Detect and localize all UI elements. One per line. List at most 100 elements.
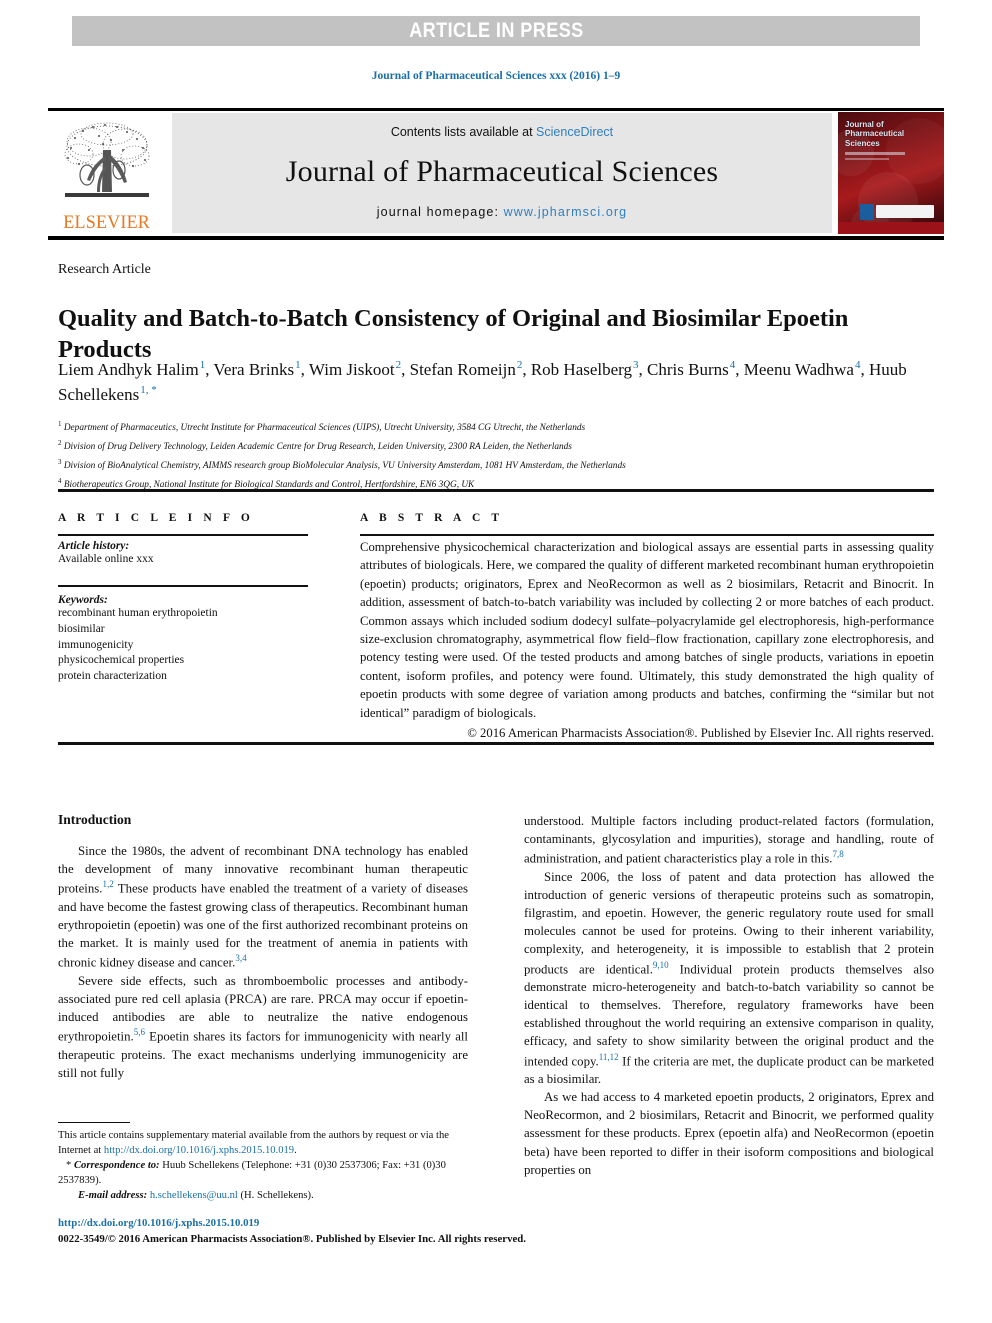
affiliation-marker: 3	[58, 458, 62, 467]
contents-lists-prefix: Contents lists available at	[390, 125, 537, 139]
cover-journal-title: Journal of Pharmaceutical Sciences	[845, 120, 904, 148]
page-footer-block: http://dx.doi.org/10.1016/j.xphs.2015.10…	[58, 1216, 698, 1247]
contents-lists-line: Contents lists available at ScienceDirec…	[391, 125, 613, 139]
author-name: Liem Andhyk Halim	[58, 360, 199, 379]
author-affiliation-marker: 1	[199, 359, 206, 372]
article-in-press-label: ARTICLE IN PRESS	[408, 19, 584, 42]
footnote-correspondence: * Correspondence to: Huub Schellekens (T…	[58, 1158, 470, 1188]
elsevier-logo: ELSEVIER	[48, 112, 166, 234]
homepage-url-link[interactable]: www.jpharmsci.org	[504, 205, 628, 219]
homepage-prefix: journal homepage:	[376, 205, 504, 219]
elsevier-tree-icon	[64, 122, 150, 197]
citation-reference[interactable]: 11,12	[599, 1052, 619, 1062]
keyword-item: protein characterization	[58, 670, 167, 683]
author-name: Chris Burns	[647, 360, 729, 379]
footnote-email-link[interactable]: h.schellekens@uu.nl	[150, 1190, 238, 1201]
keyword-item: recombinant human erythropoietin	[58, 606, 218, 619]
affiliation-item: 2 Division of Drug Delivery Technology, …	[58, 439, 572, 453]
journal-title: Journal of Pharmaceutical Sciences	[285, 155, 719, 188]
keyword-item: immunogenicity	[58, 638, 134, 651]
author-affiliation-marker: 4	[729, 359, 736, 372]
abstract-top-rule	[58, 489, 934, 492]
footnote-email: E-mail address: h.schellekens@uu.nl (H. …	[58, 1188, 470, 1203]
body-paragraph: understood. Multiple factors including p…	[524, 814, 934, 866]
body-paragraph: Severe side effects, such as thromboembo…	[58, 973, 468, 1080]
journal-masthead: ELSEVIER Contents lists available at Sci…	[48, 112, 944, 234]
footnote-supplementary: This article contains supplementary mate…	[58, 1128, 470, 1158]
article-info-header: A R T I C L E I N F O	[58, 512, 254, 524]
footnote-email-label: E-mail address:	[78, 1190, 148, 1202]
abstract-rule	[360, 534, 934, 536]
masthead-rule-top	[48, 108, 944, 111]
elsevier-wordmark: ELSEVIER	[63, 212, 151, 233]
citation-reference[interactable]: 3,4	[235, 953, 246, 963]
affiliation-marker: 4	[58, 477, 62, 486]
author-name: Wim Jiskoot	[308, 360, 395, 379]
body-paragraph: Since the 1980s, the advent of recombina…	[58, 844, 468, 970]
article-info-rule	[58, 534, 308, 536]
article-info-column: Article history: Available online xxx Ke…	[58, 540, 308, 685]
citation-reference[interactable]: 5,6	[134, 1027, 145, 1037]
affiliation-marker: 1	[58, 420, 62, 428]
intro-paragraphs-right: understood. Multiple factors including p…	[524, 812, 934, 1179]
body-column-right: understood. Multiple factors including p…	[524, 812, 934, 1179]
masthead-center-panel: Contents lists available at ScienceDirec…	[172, 113, 832, 233]
keywords-block: Keywords: recombinant human erythropoiet…	[58, 594, 308, 685]
journal-homepage-line: journal homepage: www.jpharmsci.org	[377, 205, 627, 219]
author-affiliation-marker: 2	[395, 359, 402, 372]
author-affiliation-marker: 4	[854, 359, 861, 372]
affiliation-item: 1 Department of Pharmaceutics, Utrecht I…	[58, 420, 586, 434]
intro-paragraphs-left: Since the 1980s, the advent of recombina…	[58, 842, 468, 1082]
abstract-copyright: © 2016 American Pharmacists Association®…	[467, 726, 934, 741]
footnote-separator-rule	[58, 1122, 130, 1124]
page-title: Quality and Batch-to-Batch Consistency o…	[58, 305, 849, 364]
sciencedirect-link[interactable]: ScienceDirect	[536, 125, 613, 139]
author-name: Meenu Wadhwa	[743, 360, 854, 379]
abstract-header: A B S T R A C T	[360, 512, 504, 524]
author-name: Rob Haselberg	[530, 360, 633, 379]
keywords-label: Keywords:	[58, 593, 108, 606]
affiliation-marker: 2	[58, 439, 62, 448]
cover-footer-band	[838, 222, 944, 234]
cover-title-line-2: Pharmaceutical	[845, 129, 905, 139]
article-history-label: Article history:	[58, 540, 130, 552]
keywords-list: recombinant human erythropoietin biosimil…	[58, 606, 308, 685]
citation-reference[interactable]: 9,10	[653, 960, 669, 970]
journal-cover-thumbnail: Journal of Pharmaceutical Sciences	[838, 112, 944, 234]
running-head-citation: Journal of Pharmaceutical Sciences xxx (…	[371, 70, 621, 82]
author-name: Stefan Romeijn	[409, 360, 516, 379]
cover-association-badge	[876, 205, 934, 218]
footnote-supplementary-link[interactable]: http://dx.doi.org/10.1016/j.xphs.2015.10…	[104, 1145, 294, 1156]
masthead-rule-bottom	[48, 236, 944, 240]
article-history-value: Available online xxx	[58, 553, 154, 565]
cover-title-line-3: Sciences	[845, 138, 880, 148]
citation-reference[interactable]: 7,8	[832, 849, 843, 859]
cover-rule-1	[845, 152, 905, 155]
cover-rule-2	[845, 158, 889, 160]
footnote-supplementary-suffix: .	[294, 1145, 297, 1157]
keyword-item: biosimilar	[58, 622, 105, 635]
asterisk-icon: *	[66, 1160, 72, 1172]
footer-issn-copyright: 0022-3549/© 2016 American Pharmacists As…	[58, 1232, 526, 1245]
affiliation-list: 1 Department of Pharmaceutics, Utrecht I…	[58, 418, 918, 494]
affiliation-item: 3 Division of BioAnalytical Chemistry, A…	[58, 458, 626, 472]
body-column-left: Introduction Since the 1980s, the advent…	[58, 812, 468, 1082]
abstract-column: Comprehensive physicochemical characteri…	[360, 538, 934, 742]
author-list: Liem Andhyk Halim1, Vera Brinks1, Wim Ji…	[58, 359, 907, 404]
keyword-item: physicochemical properties	[58, 654, 185, 667]
section-title-introduction: Introduction	[58, 812, 132, 827]
cover-secondary-badge	[860, 204, 874, 220]
article-history-block: Article history: Available online xxx	[58, 540, 308, 568]
author-name: Vera Brinks	[213, 360, 295, 379]
cover-title-line-1: Journal of	[845, 120, 884, 129]
abstract-text: Comprehensive physicochemical characteri…	[360, 540, 934, 720]
citation-reference[interactable]: 1,2	[102, 879, 113, 889]
author-affiliation-marker: 2	[516, 359, 523, 372]
footer-doi-link[interactable]: http://dx.doi.org/10.1016/j.xphs.2015.10…	[58, 1216, 698, 1232]
author-affiliation-marker: 3	[633, 359, 639, 372]
footnote-block: This article contains supplementary mate…	[58, 1128, 470, 1203]
article-in-press-banner: ARTICLE IN PRESS	[72, 16, 920, 46]
footnote-email-suffix: (H. Schellekens).	[237, 1190, 314, 1202]
footnote-correspondence-label: Correspondence to:	[73, 1160, 160, 1172]
article-type-label: Research Article	[58, 262, 151, 277]
